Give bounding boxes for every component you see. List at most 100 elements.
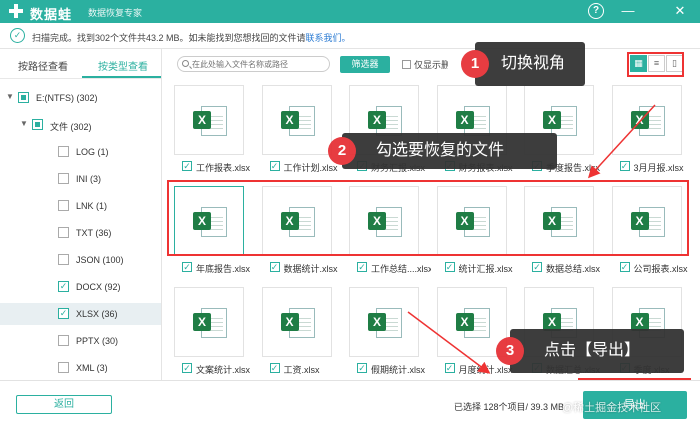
tree-item-label: XLSX (36): [76, 309, 118, 319]
file-tile[interactable]: X ✓ 数据总结.xlsx: [522, 184, 600, 276]
file-checkbox[interactable]: ✓: [444, 363, 455, 373]
tree-item[interactable]: TXT (36): [0, 222, 161, 244]
file-name: 工资.xlsx: [283, 365, 320, 375]
tree-item-label: LNK (1): [76, 201, 108, 211]
tree-item-label: DOCX (92): [76, 282, 121, 292]
selection-info: 已选择 128个项目/ 39.3 MB: [454, 402, 565, 412]
tab-by-path[interactable]: 按路径查看: [18, 58, 68, 73]
tree-item[interactable]: ✓ XLSX (36): [0, 303, 161, 325]
help-icon[interactable]: ?: [588, 3, 604, 19]
preview-view-icon[interactable]: ▯: [666, 55, 683, 72]
file-tile[interactable]: X ✓ 月度统计.xlsx: [435, 285, 513, 377]
file-thumbnail[interactable]: X: [174, 287, 244, 357]
file-tile[interactable]: X ✓ 数据统计.xlsx: [260, 184, 338, 276]
file-tile[interactable]: X ✓ 工作总结....xlsx: [347, 184, 431, 276]
file-checkbox[interactable]: ✓: [269, 262, 280, 272]
tree-item[interactable]: ✓ DOCX (92): [0, 276, 161, 298]
file-tile[interactable]: X ✓ 统计汇报.xlsx: [435, 184, 513, 276]
file-name: 假期统计.xlsx: [371, 365, 426, 375]
file-checkbox[interactable]: ✓: [269, 363, 280, 373]
callout-text: 点击【导出】: [544, 342, 641, 359]
scan-status-bar: ✓ 扫描完成。找到302个文件共43.2 MB。如未能找到您想找回的文件请联系我…: [0, 23, 700, 49]
file-tile[interactable]: X ✓ 工作计划.xlsx: [260, 83, 338, 175]
file-tile[interactable]: X ✓ 假期统计.xlsx: [347, 285, 425, 377]
tree-checkbox[interactable]: [58, 335, 69, 346]
tree-item[interactable]: JSON (100): [0, 249, 161, 271]
minimize-icon[interactable]: —: [620, 3, 636, 19]
excel-file-icon: X: [455, 306, 490, 340]
file-checkbox[interactable]: ✓: [357, 262, 367, 272]
step-badge: 2: [328, 137, 356, 165]
tree-checkbox[interactable]: ✓: [58, 281, 69, 292]
tree-item[interactable]: XML (3): [0, 357, 161, 379]
step-badge: 3: [496, 337, 524, 365]
tree-checkbox[interactable]: ✓: [58, 308, 69, 319]
app-subtitle: 数据恢复专家: [88, 8, 143, 18]
close-icon[interactable]: ✕: [672, 3, 688, 19]
tab-by-type[interactable]: 按类型查看: [98, 58, 148, 73]
file-tile[interactable]: X ✓ 工资.xlsx: [260, 285, 332, 377]
tree-item[interactable]: ▼ 文件 (302): [0, 114, 161, 136]
tree-checkbox[interactable]: [58, 227, 69, 238]
tree-checkbox[interactable]: [32, 119, 43, 130]
tree-checkbox[interactable]: [58, 200, 69, 211]
tree-item[interactable]: LOG (1): [0, 141, 161, 163]
file-thumbnail[interactable]: X: [611, 85, 682, 155]
file-tile[interactable]: X ✓ 公司报表.xlsx: [610, 184, 688, 276]
file-thumbnail[interactable]: X: [261, 287, 332, 357]
callout-text: 切换视角: [501, 55, 566, 72]
watermark: @稀土掘金技术社区: [562, 402, 662, 414]
file-name: 文案统计.xlsx: [196, 365, 251, 375]
tree-item[interactable]: ▼ E:(NTFS) (302): [0, 87, 161, 109]
tree-item[interactable]: PPTX (30): [0, 330, 161, 352]
file-checkbox[interactable]: ✓: [357, 363, 367, 373]
search-input[interactable]: [192, 58, 322, 70]
file-checkbox[interactable]: ✓: [532, 262, 542, 272]
callout-select-files: 2 勾选要恢复的文件: [328, 133, 557, 169]
back-button[interactable]: 返回: [16, 395, 112, 414]
file-thumbnail[interactable]: X: [524, 186, 594, 256]
list-view-icon[interactable]: ≡: [648, 55, 665, 72]
tree-item[interactable]: INI (3): [0, 168, 161, 190]
file-tile[interactable]: X ✓ 工作报表.xlsx: [172, 83, 250, 175]
tree-item[interactable]: LNK (1): [0, 195, 161, 217]
file-checkbox[interactable]: ✓: [182, 262, 192, 272]
file-tile[interactable]: X ✓ 年底报告.xlsx: [172, 184, 250, 276]
file-tile[interactable]: X ✓ 文案统计.xlsx: [172, 285, 250, 377]
view-switcher: ▦ ≡ ▯: [627, 53, 683, 76]
expand-arrow-icon[interactable]: ▼: [20, 119, 28, 128]
excel-file-icon: X: [455, 205, 490, 239]
file-checkbox[interactable]: ✓: [182, 161, 192, 171]
file-thumbnail[interactable]: X: [174, 186, 244, 256]
file-thumbnail[interactable]: X: [349, 186, 419, 256]
file-name: 公司报表.xlsx: [633, 264, 688, 274]
tree-checkbox[interactable]: [58, 173, 69, 184]
grid-view-icon[interactable]: ▦: [630, 55, 647, 72]
expand-arrow-icon[interactable]: ▼: [6, 92, 14, 101]
contact-us-link[interactable]: 联系我们。: [306, 33, 351, 43]
file-checkbox[interactable]: ✓: [269, 161, 280, 171]
file-tile[interactable]: X ✓ 3月月报.xlsx: [610, 83, 684, 175]
file-thumbnail[interactable]: X: [174, 85, 244, 155]
tree-checkbox[interactable]: [58, 362, 69, 373]
file-checkbox[interactable]: ✓: [619, 262, 630, 272]
file-thumbnail[interactable]: X: [261, 186, 332, 256]
tree-checkbox[interactable]: [58, 254, 69, 265]
file-thumbnail[interactable]: X: [349, 287, 419, 357]
only-deleted-option[interactable]: 仅显示删除: [402, 58, 448, 71]
app-logo-icon: [9, 4, 23, 18]
title-bar: 数据蛙 数据恢复专家 ? — ✕: [0, 0, 700, 23]
tree-checkbox[interactable]: [18, 92, 29, 103]
only-deleted-label: 仅显示删除: [414, 60, 448, 70]
tree-checkbox[interactable]: [58, 146, 69, 157]
only-deleted-checkbox[interactable]: [402, 60, 411, 69]
file-checkbox[interactable]: ✓: [182, 363, 192, 373]
file-thumbnail[interactable]: X: [611, 186, 682, 256]
file-thumbnail[interactable]: X: [436, 186, 507, 256]
file-checkbox[interactable]: ✓: [444, 262, 455, 272]
app-name: 数据蛙: [30, 7, 73, 22]
search-box[interactable]: [177, 56, 330, 72]
file-thumbnail[interactable]: X: [261, 85, 332, 155]
file-checkbox[interactable]: ✓: [619, 161, 630, 171]
filter-button[interactable]: 筛选器: [340, 56, 390, 73]
